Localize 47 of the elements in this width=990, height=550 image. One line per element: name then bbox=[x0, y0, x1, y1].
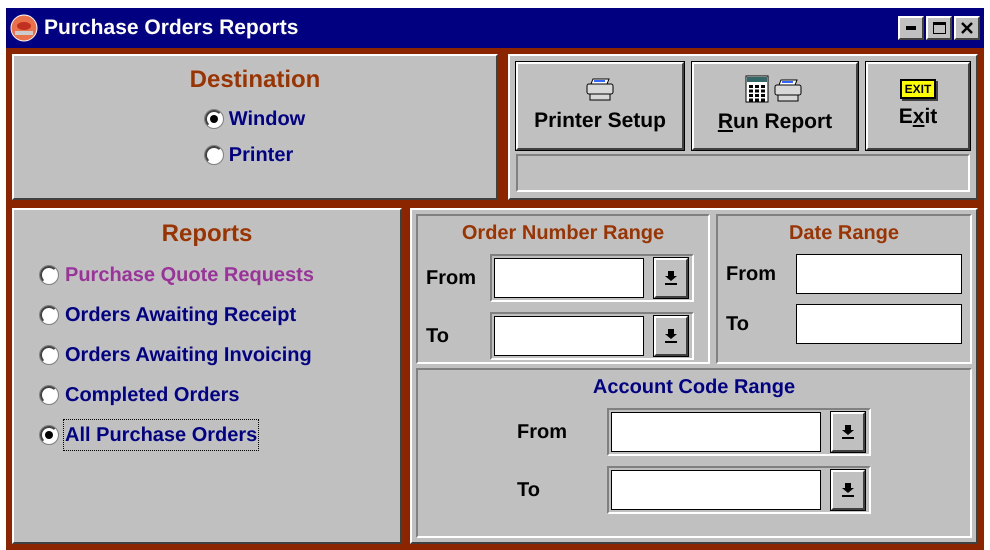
combo-box[interactable] bbox=[490, 312, 694, 360]
close-icon bbox=[961, 22, 973, 34]
radio-button[interactable] bbox=[204, 110, 223, 128]
app-logo-icon bbox=[10, 14, 38, 42]
combo-box[interactable] bbox=[490, 254, 694, 302]
combo-box[interactable] bbox=[607, 466, 871, 514]
field-label: To bbox=[426, 324, 450, 349]
field-label: To bbox=[517, 478, 541, 503]
option-label: Window bbox=[228, 107, 306, 132]
radio-button[interactable] bbox=[40, 266, 58, 284]
input-field[interactable] bbox=[796, 254, 962, 294]
close-button[interactable] bbox=[954, 16, 980, 40]
option-label: Completed Orders bbox=[64, 383, 240, 408]
panel-title: Reports bbox=[162, 219, 252, 249]
maximize-icon bbox=[932, 22, 946, 34]
radio-button[interactable] bbox=[40, 386, 58, 404]
field-label: From bbox=[517, 420, 568, 445]
radio-button[interactable] bbox=[40, 346, 58, 364]
run-report-button[interactable]: Run Report bbox=[692, 62, 858, 150]
minimize-icon bbox=[906, 26, 916, 30]
option-label: Orders Awaiting Invoicing bbox=[64, 343, 313, 368]
radio-button[interactable] bbox=[40, 426, 58, 444]
dropdown-arrow-icon bbox=[841, 482, 855, 498]
group-title: Date Range bbox=[788, 221, 900, 246]
dropdown-arrow-icon bbox=[664, 270, 678, 286]
input-field[interactable] bbox=[796, 304, 962, 344]
printer-setup-button[interactable]: Printer Setup bbox=[516, 62, 684, 150]
radio-button[interactable] bbox=[40, 306, 58, 324]
group-title: Account Code Range bbox=[592, 375, 796, 400]
field-label: From bbox=[426, 266, 477, 291]
window-title: Purchase Orders Reports bbox=[44, 15, 300, 42]
radio-button[interactable] bbox=[204, 146, 223, 164]
exit-button[interactable]: EXIT Exit bbox=[866, 62, 970, 150]
option-label: All Purchase Orders bbox=[64, 420, 258, 450]
combo-box[interactable] bbox=[607, 408, 871, 456]
maximize-button[interactable] bbox=[926, 16, 952, 40]
option-label: Printer bbox=[228, 143, 294, 168]
field-label: From bbox=[726, 262, 777, 287]
option-label: Orders Awaiting Receipt bbox=[64, 303, 298, 328]
dropdown-arrow-icon bbox=[664, 328, 678, 344]
dropdown-arrow-icon bbox=[841, 424, 855, 440]
field-label: To bbox=[726, 312, 750, 337]
minimize-button[interactable] bbox=[898, 16, 924, 40]
option-label: Purchase Quote Requests bbox=[64, 263, 315, 288]
panel-title: Destination bbox=[190, 65, 320, 95]
group-title: Order Number Range bbox=[462, 221, 664, 246]
exit-sign-icon: EXIT bbox=[900, 79, 936, 100]
